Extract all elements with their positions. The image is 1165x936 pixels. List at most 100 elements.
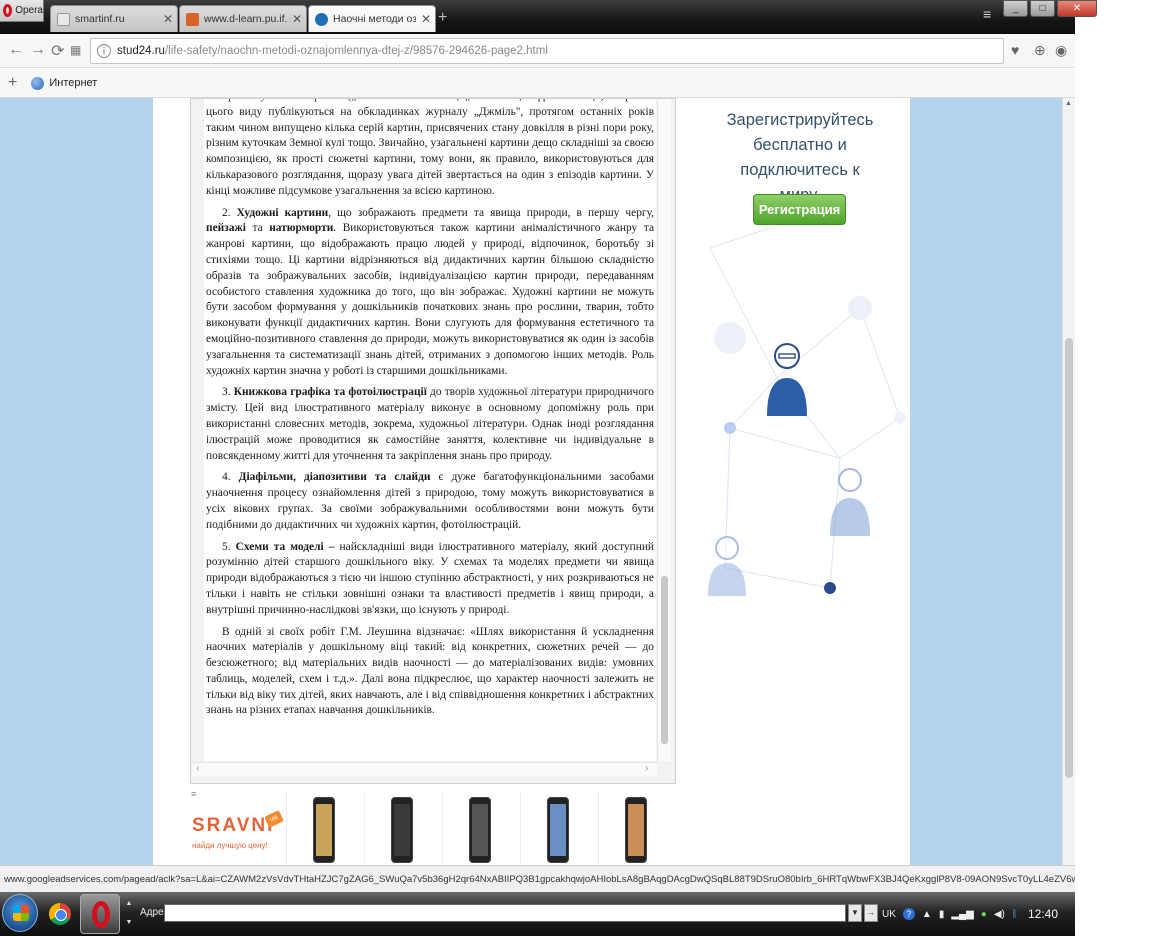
new-tab-icon[interactable]: + [438, 9, 447, 27]
bookmarks-bar: + Интернет [0, 69, 1075, 98]
tab-title: www.d-learn.pu.if.ua/data/u [204, 13, 287, 25]
opera-taskbar-icon[interactable] [80, 894, 120, 934]
article-paragraph: В одній зі своїх робіт Г.М. Леушина відз… [206, 625, 654, 717]
bookmark-label: Интернет [49, 77, 98, 89]
battery-icon[interactable]: ▮ [939, 909, 945, 920]
add-bookmark-icon[interactable]: + [8, 74, 17, 92]
ad-menu-icon[interactable]: ≡ [191, 790, 196, 799]
scroll-up-icon[interactable]: ▲ [1065, 100, 1072, 107]
help-icon[interactable]: ? [902, 908, 915, 920]
address-url[interactable]: stud24.ru/life-safety/naochn-metodi-ozna… [117, 45, 548, 57]
network-node [824, 582, 836, 594]
scrollbar-thumb[interactable] [1065, 338, 1073, 778]
person-avatar-icon [767, 343, 807, 416]
site-info-icon[interactable]: i [97, 44, 111, 58]
globe-icon [31, 76, 45, 90]
article-paragraph: використовувати В.Гербова („Земля та її … [206, 99, 654, 197]
opera-logo-icon [3, 4, 13, 17]
opera-menu-label: Opera [15, 5, 43, 16]
smartphone-image [313, 797, 335, 863]
bookmark-internet[interactable]: Интернет [31, 76, 98, 90]
article-paragraph: 5. Схеми та моделі – найскладніші види і… [206, 540, 655, 616]
social-network-illustration [708, 227, 906, 596]
page-favicon-icon [57, 12, 70, 26]
promo-text: Зарегистрируйтесь бесплатно и подключите… [726, 111, 874, 204]
close-tab-icon[interactable]: ✕ [421, 12, 431, 26]
taskbar-scroll-arrows[interactable]: ▲ ▼ [124, 894, 134, 932]
page-content-column: використовувати В.Гербова („Земля та її … [153, 98, 910, 865]
go-arrow-icon[interactable]: → [864, 904, 878, 922]
address-toolbar-input[interactable] [164, 904, 846, 922]
ad-phone-item[interactable] [598, 791, 673, 865]
tab-title: Наочні методи ознайомлен [333, 13, 416, 25]
article-paragraph: 3. Книжкова графіка та фотоілюстрації до… [206, 386, 654, 462]
download-icon[interactable]: ⊕ [1034, 42, 1046, 59]
dropdown-arrow-icon[interactable]: ▼ [848, 904, 862, 922]
address-bar[interactable]: i stud24.ru/life-safety/naochn-metodi-oz… [90, 38, 1004, 64]
tray-expand-icon[interactable]: ▲ [922, 909, 932, 920]
ad-brand-logo: SRAVNI [192, 815, 275, 836]
ad-phone-item[interactable] [286, 791, 361, 865]
security-shield-icon[interactable]: ● [981, 909, 987, 920]
scrollbar-thumb[interactable] [661, 576, 668, 744]
account-icon[interactable]: ◉ [1055, 42, 1067, 59]
opera-menu-button[interactable]: Opera [0, 0, 44, 22]
smartphone-image [625, 797, 647, 863]
language-indicator[interactable]: UK [882, 909, 896, 920]
forward-arrow-icon[interactable]: → [30, 41, 46, 59]
article-frame: використовувати В.Гербова („Земля та її … [190, 98, 676, 784]
page-vertical-scrollbar[interactable]: ▲ [1062, 98, 1075, 865]
person-avatar-icon [830, 468, 870, 536]
ad-banner[interactable]: ≡ SRAVNI ua найди лучшую цену! [190, 789, 676, 865]
tab-naochni-metody[interactable]: Наочні методи ознайомлен ✕ [308, 5, 436, 32]
article-horizontal-scrollbar[interactable]: ‹ › [192, 762, 657, 776]
windows-logo-icon [13, 905, 29, 921]
faded-person-icon [714, 322, 746, 354]
bluetooth-icon[interactable]: ᛒ [1012, 909, 1018, 920]
maximize-button[interactable]: □ [1030, 0, 1055, 17]
speed-dial-grid-icon[interactable]: ▦ [70, 43, 81, 57]
moodle-favicon-icon [186, 12, 199, 26]
address-toolbar-buttons: ▼ → [848, 904, 878, 922]
ad-phone-item[interactable] [364, 791, 439, 865]
close-tab-icon[interactable]: ✕ [292, 12, 302, 26]
scroll-right-icon[interactable]: › [645, 763, 648, 774]
stud24-favicon-icon [315, 12, 328, 26]
article-vertical-scrollbar[interactable] [657, 99, 671, 761]
tab-smartinf[interactable]: smartinf.ru ✕ [50, 5, 178, 32]
article-paragraph: 2. Художні картини, що зображають предме… [206, 206, 654, 377]
volume-icon[interactable]: ◀) [994, 909, 1005, 920]
reload-icon[interactable]: ⟳ [51, 41, 64, 61]
network-node [724, 422, 736, 434]
ad-slogan: найди лучшую цену! [192, 841, 268, 850]
ad-badge: ua [264, 810, 284, 828]
tab-d-learn[interactable]: www.d-learn.pu.if.ua/data/u ✕ [179, 5, 307, 32]
smartphone-image [391, 797, 413, 863]
clock[interactable]: 12:40 [1028, 907, 1058, 921]
windows-taskbar: ▲ ▼ Адрес ▼ → UK ? ▲ ▮ ▂▄▆ ● ◀) ᛒ 12:40 [0, 892, 1075, 936]
ad-phone-item[interactable] [520, 791, 595, 865]
tab-title: smartinf.ru [75, 13, 125, 25]
close-window-button[interactable]: ✕ [1057, 0, 1097, 17]
smartphone-image [547, 797, 569, 863]
back-arrow-icon[interactable]: ← [8, 41, 24, 59]
network-signal-icon[interactable]: ▂▄▆ [951, 909, 973, 920]
minimize-button[interactable]: _ [1003, 0, 1028, 17]
page-viewport: використовувати В.Гербова („Земля та її … [0, 98, 1075, 865]
browser-tab-strip: Opera smartinf.ru ✕ www.d-learn.pu.if.ua… [0, 0, 1097, 34]
start-button[interactable] [2, 894, 38, 932]
sidebar-signup-promo: Зарегистрируйтесь бесплатно и подключите… [690, 98, 910, 865]
close-tab-icon[interactable]: ✕ [163, 12, 173, 26]
chrome-taskbar-icon[interactable] [40, 894, 80, 934]
ad-phone-item[interactable] [442, 791, 517, 865]
status-bar-link-preview: www.googleadservices.com/pagead/aclk?sa=… [0, 865, 1075, 892]
faded-person-icon [848, 296, 872, 320]
person-avatar-icon [708, 536, 746, 596]
tab-menu-icon[interactable]: ≡ [983, 7, 1001, 21]
scroll-left-icon[interactable]: ‹ [196, 763, 199, 774]
navigation-bar: ← → ⟳ ▦ i stud24.ru/life-safety/naochn-m… [0, 34, 1075, 68]
article-paragraph: 4. Діафільми, діапозитиви та слайди є ду… [206, 471, 655, 531]
heart-icon[interactable]: ♥ [1011, 42, 1019, 58]
window-controls: ≡ _ □ ✕ [983, 0, 1097, 21]
system-tray: UK ? ▲ ▮ ▂▄▆ ● ◀) ᛒ [882, 892, 1018, 936]
